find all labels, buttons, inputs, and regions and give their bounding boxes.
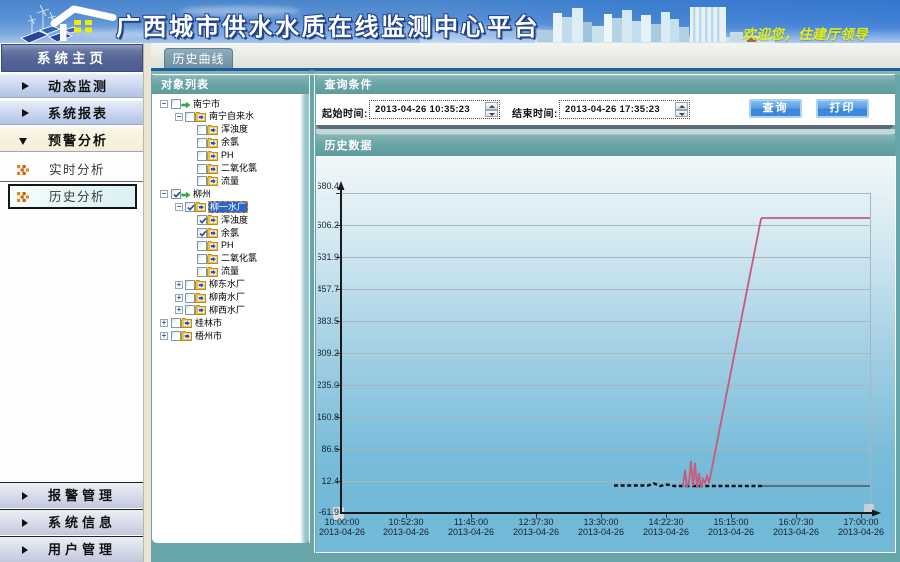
svg-text:2013-04-26: 2013-04-26 [383,527,429,537]
svg-text:2013-04-26: 2013-04-26 [838,527,884,537]
svg-text:309.2: 309.2 [318,348,339,358]
svg-text:2013-04-26: 2013-04-26 [708,527,754,537]
svg-text:13:30:00: 13:30:00 [583,517,618,527]
svg-text:160.8: 160.8 [318,412,339,422]
svg-text:11:45:00: 11:45:00 [454,517,488,527]
svg-text:15:15:00: 15:15:00 [713,517,748,527]
svg-text:16:07:30: 16:07:30 [778,517,813,527]
svg-text:10:52:30: 10:52:30 [388,517,423,527]
svg-text:17:00:00: 17:00:00 [843,517,878,527]
svg-text:235.0: 235.0 [318,380,339,390]
svg-text:606.2: 606.2 [318,220,339,230]
svg-text:457.7: 457.7 [318,284,339,294]
svg-text:2013-04-26: 2013-04-26 [773,527,819,537]
svg-text:2013-04-26: 2013-04-26 [643,527,689,537]
svg-text:12:37:30: 12:37:30 [518,517,553,527]
svg-text:10:00:00: 10:00:00 [324,517,359,527]
svg-text:2013-04-26: 2013-04-26 [578,527,624,537]
svg-text:383.5: 383.5 [318,316,339,326]
svg-text:680.4: 680.4 [318,181,339,191]
svg-text:-61.9: -61.9 [318,507,339,517]
svg-text:86.6: 86.6 [321,444,339,454]
svg-text:2013-04-26: 2013-04-26 [513,527,559,537]
svg-text:2013-04-26: 2013-04-26 [319,527,365,537]
svg-text:12.4: 12.4 [321,476,339,486]
svg-text:2013-04-26: 2013-04-26 [448,527,494,537]
svg-text:531.9: 531.9 [318,252,339,262]
svg-text:14:22:30: 14:22:30 [648,517,683,527]
